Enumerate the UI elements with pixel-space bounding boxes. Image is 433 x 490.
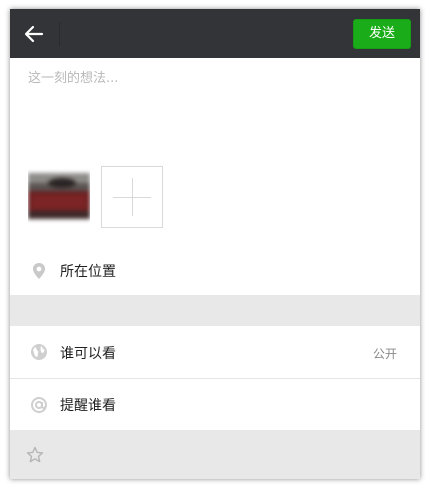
visibility-row[interactable]: 谁可以看 公开 [10,326,420,378]
back-button[interactable] [20,21,48,47]
send-button[interactable]: 发送 [353,19,411,49]
photo-thumbnail[interactable] [28,167,90,229]
section-gap [10,295,420,326]
compose-moment-window: 发送 所在位置 谁可以看 公开 [10,9,420,479]
bottom-section [10,430,420,479]
globe-icon [31,344,47,360]
location-label: 所在位置 [60,264,116,280]
mention-row[interactable]: 提醒谁看 [10,379,420,430]
arrow-left-icon [24,25,44,43]
top-bar: 发送 [10,9,420,58]
location-pin-icon [33,263,45,279]
topbar-divider [59,22,60,46]
mention-label: 提醒谁看 [60,398,116,414]
visibility-value: 公开 [372,347,397,361]
visibility-label: 谁可以看 [60,346,116,362]
star-icon[interactable] [26,446,44,464]
moment-text-input[interactable] [28,67,408,157]
location-row[interactable]: 所在位置 [10,247,420,295]
at-icon [31,397,47,413]
add-photo-button[interactable] [101,166,163,228]
